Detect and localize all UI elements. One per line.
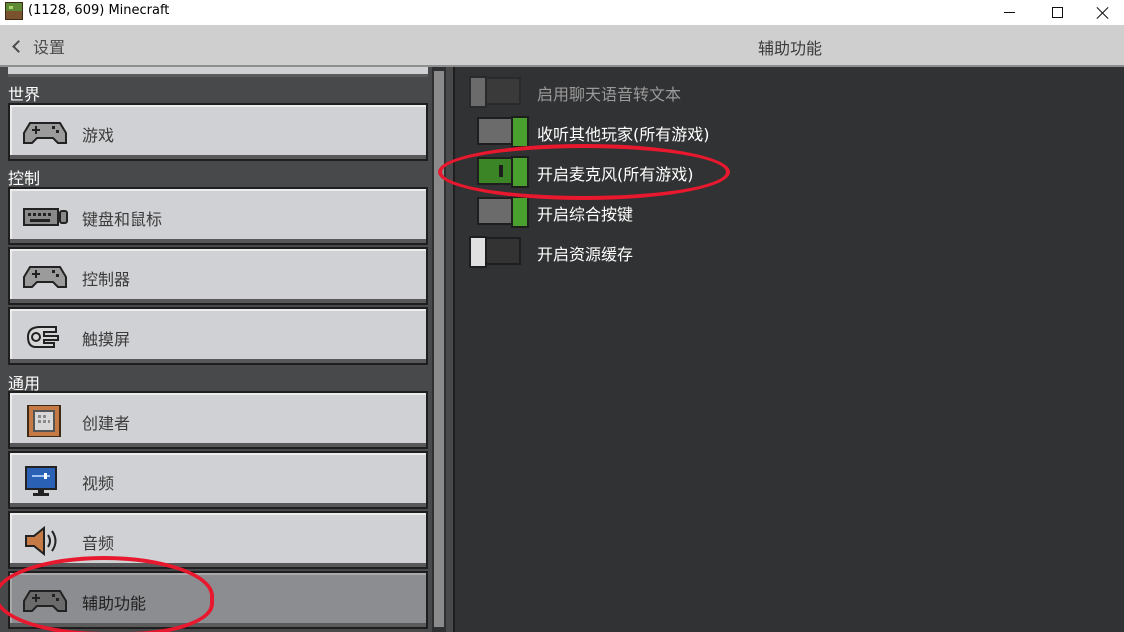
- section-label-controls: 控制: [8, 169, 41, 188]
- window-title: (1128, 609) Minecraft: [28, 3, 170, 18]
- sidebar-item-label: 触摸屏: [82, 330, 131, 349]
- window-titlebar: (1128, 609) Minecraft: [0, 0, 1124, 25]
- toggle-knob: [469, 76, 487, 108]
- toggle-integrated-keys[interactable]: [477, 196, 529, 228]
- settings-header: 设置 辅助功能: [0, 25, 1124, 67]
- minimize-button[interactable]: [986, 0, 1032, 25]
- controller-icon: [23, 266, 67, 288]
- sidebar-item-label: 辅助功能: [82, 594, 147, 613]
- sidebar-item-label: 键盘和鼠标: [82, 210, 163, 229]
- keyboard-icon: [23, 208, 68, 226]
- sidebar-item-touchscreen[interactable]: 触摸屏: [8, 307, 428, 365]
- toggle-knob: [511, 196, 529, 228]
- sidebar-item-label: 游戏: [82, 126, 115, 145]
- sidebar-item-audio[interactable]: 音频: [8, 511, 428, 569]
- sidebar-scroll-thumb[interactable]: [434, 71, 444, 627]
- back-label: 设置: [33, 38, 66, 57]
- settings-sidebar: 世界 游戏 控制 键盘和鼠标 控制器 触摸屏 通用 创建者 视频 音频 辅助功能: [0, 67, 455, 632]
- toggle-on-mark: [499, 165, 503, 177]
- accessibility-controller-icon: [23, 590, 67, 612]
- page-title: 辅助功能: [758, 39, 823, 58]
- setting-label: 开启资源缓存: [537, 245, 634, 264]
- setting-label: 开启麦克风(所有游戏): [537, 165, 694, 184]
- speaker-icon: [25, 525, 57, 557]
- gamepad-icon: [23, 122, 67, 144]
- command-block-icon: [27, 405, 61, 437]
- sidebar-item-label: 控制器: [82, 270, 131, 289]
- close-icon: [1096, 6, 1110, 20]
- setting-label: 启用聊天语音转文本: [537, 85, 682, 104]
- toggle-resource-cache[interactable]: [469, 236, 521, 268]
- sidebar-item-video[interactable]: 视频: [8, 451, 428, 509]
- maximize-icon: [1051, 7, 1063, 18]
- sidebar-item-label: 视频: [82, 474, 115, 493]
- sidebar-item-creator[interactable]: 创建者: [8, 391, 428, 449]
- sidebar-item-partial[interactable]: [8, 67, 428, 77]
- toggle-listen-other-players[interactable]: [477, 116, 529, 148]
- section-label-world: 世界: [8, 85, 41, 104]
- touch-hand-icon: [26, 326, 59, 348]
- back-button[interactable]: 设置: [8, 31, 65, 61]
- sidebar-item-label: 音频: [82, 534, 115, 553]
- sidebar-item-keyboard-mouse[interactable]: 键盘和鼠标: [8, 187, 428, 245]
- maximize-button[interactable]: [1034, 0, 1080, 25]
- toggle-knob: [511, 156, 529, 188]
- toggle-knob: [511, 116, 529, 148]
- sidebar-item-label: 创建者: [82, 414, 131, 433]
- toggle-enable-microphone[interactable]: [477, 156, 529, 188]
- chevron-left-icon: [12, 39, 25, 53]
- sidebar-item-controller[interactable]: 控制器: [8, 247, 428, 305]
- toggle-knob: [469, 236, 487, 268]
- minimize-icon: [1003, 12, 1015, 13]
- close-button[interactable]: [1080, 0, 1124, 25]
- setting-label: 收听其他玩家(所有游戏): [537, 125, 710, 144]
- toggle-chat-speech-to-text[interactable]: [469, 76, 521, 108]
- minecraft-app-icon: [5, 2, 23, 20]
- monitor-icon: [25, 466, 57, 496]
- setting-label: 开启综合按键: [537, 205, 634, 224]
- sidebar-item-game[interactable]: 游戏: [8, 103, 428, 161]
- accessibility-settings-panel: 启用聊天语音转文本 收听其他玩家(所有游戏) 开启麦克风(所有游戏) 开启综合按…: [457, 67, 1124, 632]
- sidebar-item-accessibility[interactable]: 辅助功能: [8, 571, 428, 629]
